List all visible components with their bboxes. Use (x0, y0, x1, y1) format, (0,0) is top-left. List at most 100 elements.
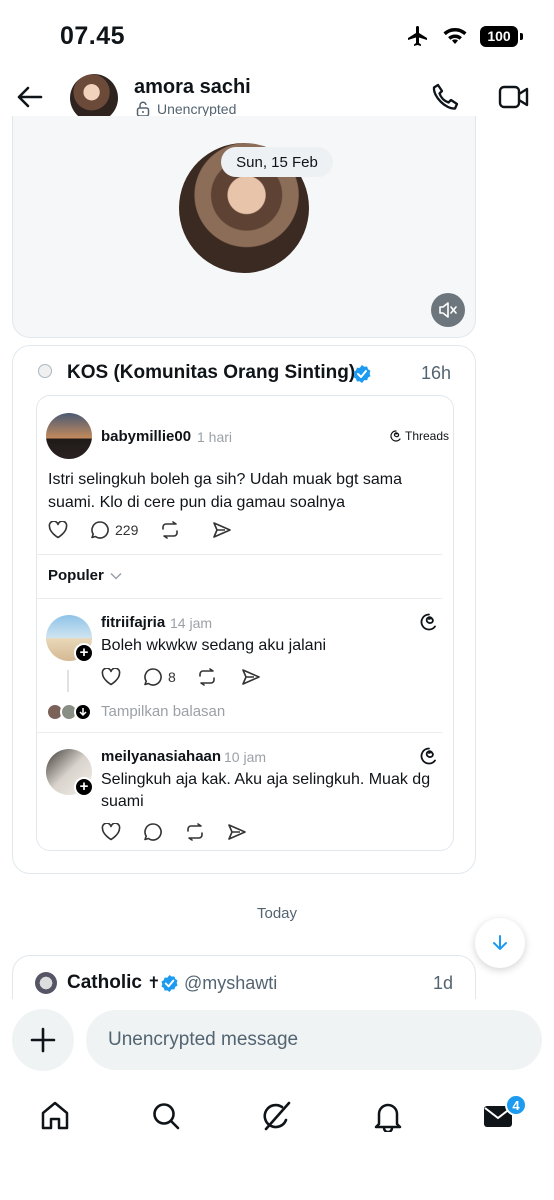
contact-name[interactable]: amora sachi (134, 76, 251, 99)
scroll-to-bottom-button[interactable] (475, 918, 525, 968)
follow-plus-icon: + (74, 777, 94, 797)
community-icon (38, 364, 52, 378)
divider (37, 598, 442, 599)
back-arrow-icon[interactable] (14, 82, 44, 112)
post-author-name[interactable]: KOS (Komunitas Orang Sinting) (67, 362, 355, 384)
comment-icon (144, 668, 162, 686)
post-author-name[interactable]: Catholic ✝ (67, 972, 161, 994)
thread-line (67, 670, 69, 692)
post-time: 1d (433, 973, 454, 993)
thread-actions: 229 (48, 520, 232, 539)
video-call-icon[interactable] (498, 84, 530, 110)
nav-notifications[interactable] (368, 1096, 408, 1136)
reply-count: 8 (168, 668, 176, 685)
bottom-navigation (0, 1080, 554, 1160)
verified-badge-icon (353, 365, 371, 383)
thread-text: Istri selingkuh boleh ga sih? Udah muak … (48, 471, 402, 511)
share-action (212, 521, 232, 539)
unlock-icon (136, 101, 150, 117)
repost-action (160, 520, 212, 539)
reply-avatars (46, 703, 92, 721)
status-time: 07.45 (60, 22, 126, 50)
nav-search[interactable] (146, 1096, 186, 1136)
threads-source-badge: Threads (390, 429, 449, 443)
phone-call-icon[interactable] (430, 82, 460, 112)
plus-icon (30, 1027, 56, 1053)
divider (37, 732, 442, 733)
comment-time: 14 jam (170, 615, 213, 631)
thread-time: 1 hari (197, 429, 233, 445)
date-pill: Sun, 15 Feb (221, 147, 333, 177)
chevron-down-icon (110, 572, 122, 580)
post-author-handle: @myshawti (184, 973, 278, 993)
post-time: 16h (421, 363, 452, 383)
repost-icon (187, 822, 203, 841)
heart-icon (48, 520, 68, 538)
follow-plus-icon: + (74, 643, 94, 663)
threads-logo-icon (420, 613, 436, 631)
post-author-name-text: Catholic (67, 972, 142, 993)
nav-grok[interactable] (257, 1096, 297, 1136)
repost-icon (199, 667, 215, 686)
airplane-icon (408, 26, 427, 46)
reply-action (143, 822, 185, 841)
send-icon (242, 668, 260, 685)
comment-username: fitriifajria (101, 614, 166, 631)
wifi-icon (443, 28, 467, 44)
repost-icon (162, 520, 178, 539)
verified-badge-icon (161, 974, 178, 993)
like-action (101, 822, 143, 841)
arrow-down-icon (493, 935, 507, 950)
reply-action: 8 (143, 667, 197, 686)
message-composer (0, 1000, 554, 1080)
arrow-down-icon (74, 703, 92, 721)
comment-time: 10 jam (224, 749, 267, 765)
bell-icon (374, 1103, 402, 1132)
contact-avatar[interactable] (70, 74, 118, 122)
speaker-muted-icon (439, 302, 457, 318)
grok-icon (263, 1101, 291, 1131)
encryption-label: Unencrypted (157, 101, 237, 117)
comment-text: Selingkuh aja kak. Aku aja selingkuh. Mu… (101, 771, 431, 810)
search-icon (153, 1103, 180, 1130)
repost-action (197, 667, 241, 686)
sort-selector: Populer (48, 567, 122, 584)
threads-source-label: Threads (405, 429, 450, 443)
threads-logo-icon (390, 430, 401, 442)
comment-text: Boleh wkwkw sedang aku jalani (101, 637, 327, 654)
like-action (48, 520, 90, 539)
show-replies-link: Tampilkan balasan (101, 703, 226, 720)
heart-icon (101, 822, 121, 840)
messages-badge: 4 (505, 1094, 527, 1116)
status-bar: 07.45 100 (0, 0, 554, 70)
encryption-status[interactable]: Unencrypted (136, 101, 236, 117)
repost-action (185, 822, 227, 841)
status-icons: 100 (406, 24, 523, 48)
reply-count: 229 (115, 521, 139, 538)
mute-button[interactable] (431, 293, 465, 327)
date-divider: Today (256, 905, 298, 922)
nav-home[interactable] (35, 1096, 75, 1136)
heart-icon (101, 667, 121, 685)
comment-icon (144, 823, 162, 841)
send-icon (228, 823, 246, 840)
cross-glyph: ✝ (147, 975, 161, 992)
comment-actions: 8 (101, 667, 261, 686)
post-author-avatar (35, 972, 57, 994)
reply-action: 229 (90, 520, 160, 539)
share-action (227, 823, 247, 841)
share-action (241, 668, 261, 686)
comment-username: meilyanasiahaan (101, 748, 222, 765)
home-icon (41, 1101, 69, 1130)
battery-indicator: 100 (480, 25, 523, 47)
send-icon (213, 521, 231, 538)
attach-button[interactable] (12, 1009, 74, 1071)
thread-author-avatar (46, 413, 92, 459)
message-input[interactable] (86, 1010, 542, 1070)
comment-actions (101, 822, 247, 841)
like-action (101, 667, 143, 686)
sort-label: Populer (48, 567, 104, 584)
threads-logo-icon (420, 747, 436, 765)
comment-icon (91, 521, 109, 539)
thread-author-username: babymillie00 (101, 428, 192, 445)
